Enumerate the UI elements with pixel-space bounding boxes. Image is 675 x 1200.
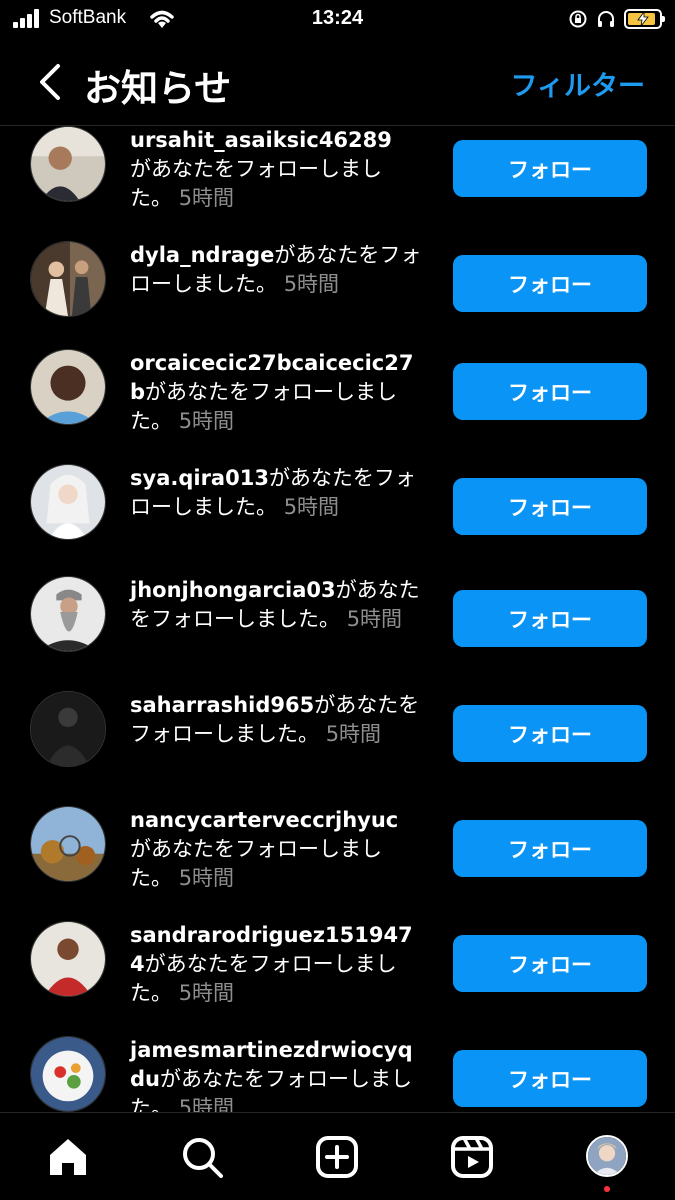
username[interactable]: jhonjhongarcia03	[130, 578, 336, 602]
follow-button[interactable]: フォロー	[453, 935, 647, 992]
notification-row[interactable]: dyla_ndrageがあなたをフォローしました。 5時間 フォロー	[0, 241, 675, 356]
notification-list[interactable]: ursahit_asaiksic46289 があなたをフォローしました。 5時間 …	[0, 126, 675, 1112]
timestamp: 5時間	[178, 1096, 235, 1112]
create-icon[interactable]	[315, 1135, 359, 1179]
username[interactable]: saharrashid965	[130, 693, 314, 717]
timestamp: 5時間	[178, 186, 235, 210]
follow-button[interactable]: フォロー	[453, 255, 647, 312]
timestamp: 5時間	[283, 272, 340, 296]
username[interactable]: nancycarterveccrjhyuc	[130, 808, 398, 832]
avatar[interactable]	[30, 691, 106, 767]
timestamp: 5時間	[325, 722, 382, 746]
rotation-lock-icon	[569, 10, 587, 28]
avatar[interactable]	[30, 1036, 106, 1112]
avatar[interactable]	[30, 921, 106, 997]
notification-message: があなたをフォローしました。	[130, 952, 397, 1005]
notification-message: があなたをフォローしました。	[130, 380, 398, 433]
timestamp: 5時間	[346, 607, 403, 631]
notification-text: sya.qira013があなたをフォローしました。 5時間	[130, 464, 422, 522]
avatar[interactable]	[30, 126, 106, 202]
follow-button[interactable]: フォロー	[453, 1050, 647, 1107]
notification-row[interactable]: ursahit_asaiksic46289 があなたをフォローしました。 5時間 …	[0, 126, 675, 241]
notification-text: dyla_ndrageがあなたをフォローしました。 5時間	[130, 241, 422, 299]
notification-row[interactable]: orcaicecic27bcaicecic27bがあなたをフォローしました。 5…	[0, 349, 675, 464]
search-icon[interactable]	[180, 1135, 224, 1179]
notification-text: jamesmartinezdrwiocyqduがあなたをフォローしました。 5時…	[130, 1036, 422, 1112]
reels-icon[interactable]	[450, 1135, 494, 1179]
notification-row[interactable]: jhonjhongarcia03があなたをフォローしました。 5時間 フォロー	[0, 576, 675, 691]
follow-button[interactable]: フォロー	[453, 363, 647, 420]
avatar[interactable]	[30, 349, 106, 425]
follow-button[interactable]: フォロー	[453, 820, 647, 877]
notification-row[interactable]: jamesmartinezdrwiocyqduがあなたをフォローしました。 5時…	[0, 1036, 675, 1112]
timestamp: 5時間	[178, 409, 235, 433]
avatar[interactable]	[30, 464, 106, 540]
follow-button[interactable]: フォロー	[453, 140, 647, 197]
avatar[interactable]	[30, 806, 106, 882]
notification-message: があなたをフォローしました。	[130, 157, 382, 210]
follow-button[interactable]: フォロー	[453, 705, 647, 762]
notification-text: orcaicecic27bcaicecic27bがあなたをフォローしました。 5…	[130, 349, 422, 436]
notification-dot	[604, 1186, 610, 1192]
filter-button[interactable]: フィルター	[511, 64, 645, 103]
notification-message: があなたをフォローしました。	[130, 1067, 412, 1112]
timestamp: 5時間	[178, 981, 235, 1005]
notification-row[interactable]: sandrarodriguez1519474があなたをフォローしました。 5時間…	[0, 921, 675, 1036]
notification-row[interactable]: nancycarterveccrjhyuc があなたをフォローしました。 5時間 …	[0, 806, 675, 921]
username[interactable]: ursahit_asaiksic46289	[130, 128, 392, 152]
avatar[interactable]	[30, 241, 106, 317]
notification-text: jhonjhongarcia03があなたをフォローしました。 5時間	[130, 576, 422, 634]
status-bar: SoftBank 13:24	[0, 0, 675, 40]
notification-text: ursahit_asaiksic46289 があなたをフォローしました。 5時間	[130, 126, 422, 213]
notification-message: があなたをフォローしました。	[130, 837, 382, 890]
notification-row[interactable]: saharrashid965があなたをフォローしました。 5時間 フォロー	[0, 691, 675, 806]
notification-row[interactable]: sya.qira013があなたをフォローしました。 5時間 フォロー	[0, 464, 675, 579]
username[interactable]: dyla_ndrage	[130, 243, 274, 267]
username[interactable]: sya.qira013	[130, 466, 269, 490]
header: お知らせ フィルター	[0, 40, 675, 126]
battery-icon	[624, 9, 665, 29]
back-chevron-icon[interactable]	[34, 60, 66, 104]
home-icon[interactable]	[46, 1135, 90, 1179]
timestamp: 5時間	[283, 495, 340, 519]
follow-button[interactable]: フォロー	[453, 478, 647, 535]
headphones-icon	[598, 11, 614, 27]
notification-text: nancycarterveccrjhyuc があなたをフォローしました。 5時間	[130, 806, 422, 893]
follow-button[interactable]: フォロー	[453, 590, 647, 647]
profile-avatar[interactable]	[586, 1135, 628, 1177]
timestamp: 5時間	[178, 866, 235, 890]
avatar[interactable]	[30, 576, 106, 652]
notification-text: saharrashid965があなたをフォローしました。 5時間	[130, 691, 422, 749]
page-title: お知らせ	[84, 67, 232, 110]
notification-text: sandrarodriguez1519474があなたをフォローしました。 5時間	[130, 921, 422, 1008]
tab-bar	[0, 1112, 675, 1200]
